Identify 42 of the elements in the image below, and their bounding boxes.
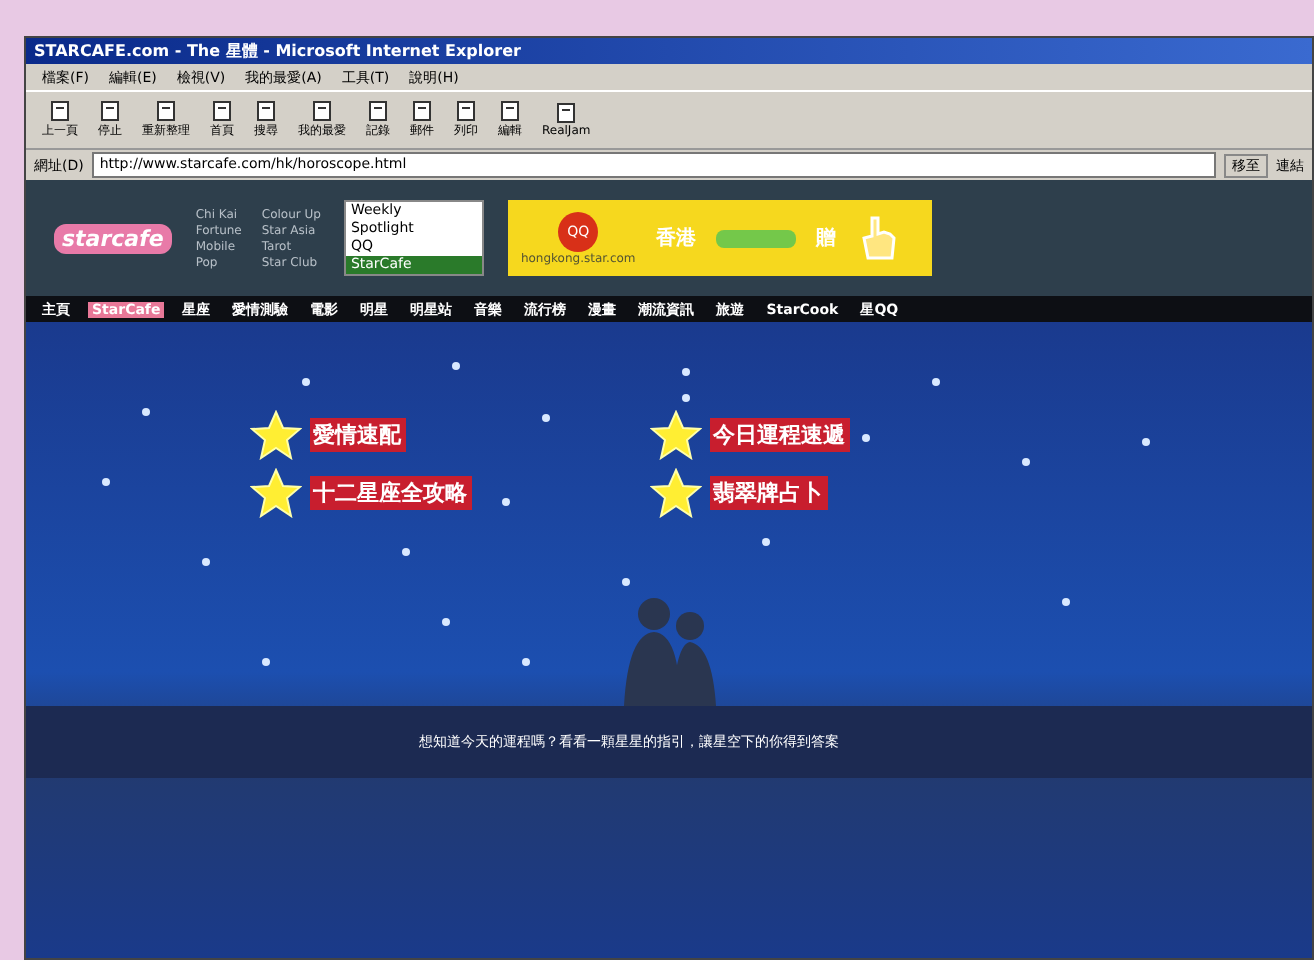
star-dot-icon [452, 362, 460, 370]
ad-text: 贈 [815, 225, 836, 252]
star-dot-icon [262, 658, 270, 666]
star-menu-link[interactable]: 十二星座全攻略 [309, 476, 471, 510]
star-menu-link[interactable]: 今日運程速遞 [709, 418, 849, 452]
star-dot-icon [302, 378, 310, 386]
star-dot-icon [402, 548, 410, 556]
star-icon [249, 410, 301, 460]
star-dot-icon [102, 478, 110, 486]
star-icon [649, 468, 701, 518]
star-dot-icon [1062, 598, 1070, 606]
star-dot-icon [862, 434, 870, 442]
ad-text: 香港 [655, 225, 696, 252]
star-dot-icon [1022, 458, 1030, 466]
page-icon [210, 100, 234, 122]
page-icon [410, 100, 434, 122]
page-icon [366, 100, 390, 122]
page-icon [48, 100, 72, 122]
page-icon [154, 100, 178, 122]
star-dot-icon [682, 394, 690, 402]
page-icon [498, 100, 522, 122]
star-dot-icon [202, 558, 210, 566]
window-title: STARCAFE.com - The 星體 - Microsoft Internet Explorer [34, 40, 521, 62]
page-icon [454, 100, 478, 122]
star-dot-icon [502, 498, 510, 506]
star-dot-icon [682, 368, 690, 376]
star-dot-icon [762, 538, 770, 546]
page-icon [310, 100, 334, 122]
star-menu-link[interactable]: 翡翠牌占卜 [709, 476, 827, 510]
star-dot-icon [142, 408, 150, 416]
star-icon [649, 410, 701, 460]
star-menu-link[interactable]: 愛情速配 [309, 418, 405, 452]
page-icon [554, 102, 579, 124]
page-icon [98, 100, 122, 122]
star-dot-icon [542, 414, 550, 422]
star-dot-icon [1142, 438, 1150, 446]
star-dot-icon [522, 658, 530, 666]
page-icon [254, 100, 278, 122]
star-icon [249, 468, 301, 518]
star-dot-icon [442, 618, 450, 626]
star-dot-icon [622, 578, 630, 586]
star-dot-icon [932, 378, 940, 386]
